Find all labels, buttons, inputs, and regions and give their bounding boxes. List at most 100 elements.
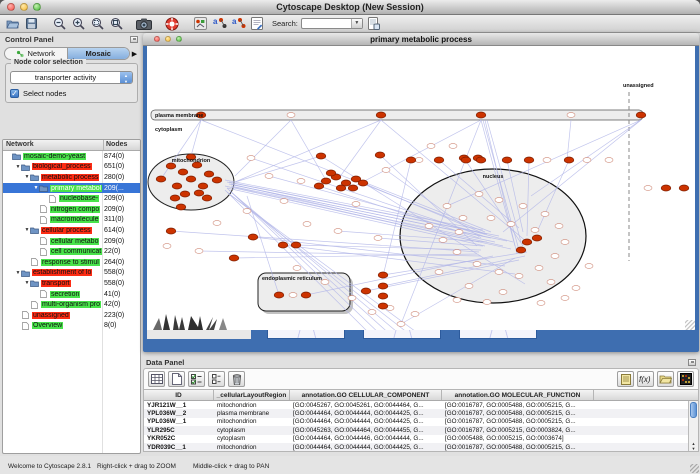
node[interactable] xyxy=(352,202,360,207)
node-selected[interactable] xyxy=(274,292,284,298)
unselect-attributes-icon[interactable] xyxy=(208,371,225,387)
node-selected[interactable] xyxy=(202,195,212,201)
node[interactable] xyxy=(435,270,443,275)
zoom-in-icon[interactable] xyxy=(70,17,86,31)
node[interactable] xyxy=(443,204,451,209)
node[interactable] xyxy=(334,229,342,234)
node[interactable] xyxy=(368,310,376,315)
tree-column-network[interactable]: Network xyxy=(3,140,103,150)
node-selected[interactable] xyxy=(636,112,646,118)
node-selected[interactable] xyxy=(378,293,388,299)
node-selected[interactable] xyxy=(156,176,166,182)
node[interactable] xyxy=(473,262,481,267)
node[interactable] xyxy=(427,144,435,149)
node[interactable] xyxy=(561,240,569,245)
new-attribute-icon[interactable] xyxy=(168,371,185,387)
network-canvas[interactable]: plasma membranecytoplasmmitochondrionnuc… xyxy=(147,46,695,330)
node-selected[interactable] xyxy=(522,239,532,245)
table-row[interactable]: YPL036W__1mitochondrion[GO:0044464, GO:0… xyxy=(144,418,688,426)
tree-row[interactable]: ▼transport558(0) xyxy=(3,278,140,289)
node-selected[interactable] xyxy=(524,157,534,163)
table-row[interactable]: YPL036W__2plasma membrane[GO:0044464, GO… xyxy=(144,409,688,417)
column-header[interactable]: annotation.GO CELLULAR_COMPONENT xyxy=(290,390,442,400)
tree-row[interactable]: secretion41(0) xyxy=(3,289,140,300)
select-nodes-checkbox[interactable]: ✓ xyxy=(10,89,19,98)
node[interactable] xyxy=(495,198,503,203)
save-icon[interactable] xyxy=(23,17,39,31)
node-selected[interactable] xyxy=(248,234,258,240)
tree-row[interactable]: cellular metabo209(0) xyxy=(3,236,140,247)
delete-attribute-icon[interactable] xyxy=(228,371,245,387)
node[interactable] xyxy=(425,224,433,229)
node-selected[interactable] xyxy=(679,185,689,191)
node[interactable] xyxy=(374,236,382,241)
node-selected[interactable] xyxy=(194,190,204,196)
attribute-table-icon[interactable] xyxy=(148,371,165,387)
node[interactable] xyxy=(547,280,555,285)
tab-scroll-right-icon[interactable]: ▶ xyxy=(130,50,139,58)
snapshot-icon[interactable] xyxy=(136,17,152,31)
node[interactable] xyxy=(397,322,405,327)
node[interactable] xyxy=(415,158,423,163)
node[interactable] xyxy=(465,284,473,289)
view-resize-grip[interactable] xyxy=(685,320,695,330)
tree-row[interactable]: response to stimul264(0) xyxy=(3,257,140,268)
node[interactable] xyxy=(572,286,580,291)
node-selected[interactable] xyxy=(204,171,214,177)
node-selected[interactable] xyxy=(321,178,331,184)
node-selected[interactable] xyxy=(358,180,368,186)
node[interactable] xyxy=(195,249,203,254)
node-selected[interactable] xyxy=(172,183,182,189)
node[interactable] xyxy=(495,270,503,275)
node[interactable] xyxy=(475,192,483,197)
node[interactable] xyxy=(605,158,613,163)
node-selected[interactable] xyxy=(502,157,512,163)
node-selected[interactable] xyxy=(375,152,385,158)
node[interactable] xyxy=(453,250,461,255)
zoom-selected-icon[interactable] xyxy=(89,17,105,31)
tree-row[interactable]: multi-organism pro42(0) xyxy=(3,299,140,310)
node-color-dropdown[interactable]: transporter activity ▲▼ xyxy=(10,71,133,84)
configure-search-icon[interactable] xyxy=(366,17,382,31)
node[interactable] xyxy=(449,144,457,149)
node[interactable] xyxy=(459,216,467,221)
node-selected[interactable] xyxy=(378,283,388,289)
node[interactable] xyxy=(541,212,549,217)
node-selected[interactable] xyxy=(406,157,416,163)
tab-mosaic[interactable]: Mosaic xyxy=(67,48,130,59)
tree-row[interactable]: ▼primary metabol209(... xyxy=(3,183,140,194)
tree-row[interactable]: Overview8(0) xyxy=(3,321,140,332)
node-selected[interactable] xyxy=(180,191,190,197)
node[interactable] xyxy=(243,209,251,214)
matrix-icon[interactable] xyxy=(677,371,694,387)
node[interactable] xyxy=(265,174,273,179)
import-attributes-icon[interactable] xyxy=(657,371,674,387)
tree-row[interactable]: unassigned223(0) xyxy=(3,310,140,321)
node-selected[interactable] xyxy=(532,235,542,241)
node-selected[interactable] xyxy=(348,185,358,191)
node[interactable] xyxy=(321,280,329,285)
node-selected[interactable] xyxy=(661,185,671,191)
node-selected[interactable] xyxy=(212,177,222,183)
formula-icon[interactable]: f(x) xyxy=(637,371,654,387)
tree-row[interactable]: mosaic-demo-yeast874(0) xyxy=(3,151,140,162)
node[interactable] xyxy=(411,312,419,317)
node-selected[interactable] xyxy=(229,255,239,261)
node-selected[interactable] xyxy=(166,228,176,234)
node-selected[interactable] xyxy=(378,303,388,309)
open-icon[interactable] xyxy=(4,17,20,31)
table-row[interactable]: YLR295Ccytoplasm[GO:0045263, GO:0044464,… xyxy=(144,426,688,434)
node[interactable] xyxy=(515,274,523,279)
tree-row[interactable]: cell communicat22(0) xyxy=(3,246,140,257)
node[interactable] xyxy=(293,266,301,271)
node[interactable] xyxy=(567,113,575,118)
node-selected[interactable] xyxy=(476,157,486,163)
node-selected[interactable] xyxy=(376,112,386,118)
control-panel-float-icon[interactable] xyxy=(130,36,138,43)
node[interactable] xyxy=(483,300,491,305)
node[interactable] xyxy=(303,222,311,227)
attribute-mapper-icon[interactable] xyxy=(192,17,208,31)
node-selected[interactable] xyxy=(434,157,444,163)
node[interactable] xyxy=(213,221,221,226)
select-attributes-icon[interactable] xyxy=(188,371,205,387)
